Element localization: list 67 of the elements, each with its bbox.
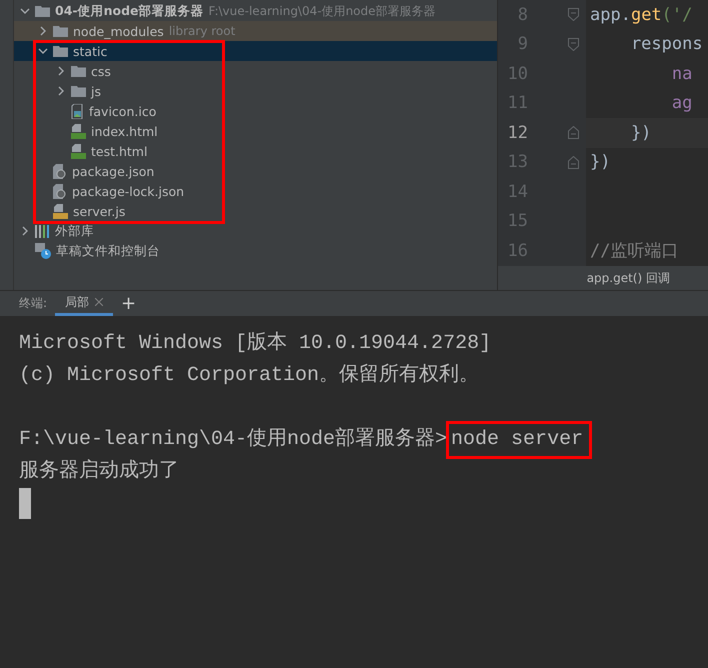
close-icon[interactable] (95, 298, 104, 306)
scratch-console-icon (35, 243, 51, 259)
tree-item[interactable]: js (14, 81, 497, 101)
new-tab-button[interactable]: + (121, 293, 136, 314)
code-line: ag (670, 93, 692, 114)
item-name: 外部库 (55, 222, 94, 240)
code-line: respons (630, 34, 703, 54)
tree-item[interactable]: node_modules library root (14, 21, 497, 41)
code-line: }) (630, 122, 652, 143)
item-name: css (91, 64, 111, 78)
chevron-right-icon[interactable] (38, 26, 48, 36)
tree-item[interactable]: package-lock.json (14, 181, 497, 201)
item-name: 草稿文件和控制台 (56, 242, 160, 260)
item-path: F:\vue-learning\04-使用node部署服务器 (208, 2, 436, 20)
chevron-down-icon[interactable] (20, 6, 30, 16)
chevron-right-icon[interactable] (20, 226, 30, 236)
tree-item[interactable]: favicon.ico (14, 101, 497, 121)
tree-item[interactable]: package.json (14, 161, 497, 181)
json-file-icon (53, 184, 67, 198)
fold-icon[interactable] (568, 126, 579, 140)
terminal-line: 服务器启动成功了 (19, 460, 179, 483)
tree-item[interactable]: index.html (14, 121, 497, 141)
terminal-label: 终端: (19, 295, 48, 312)
code-line: na (670, 64, 692, 84)
folder-icon (53, 25, 68, 37)
terminal-command: node server (449, 424, 590, 456)
terminal-line: (c) Microsoft Corporation。保留所有权利。 (19, 364, 480, 387)
item-name: package-lock.json (72, 184, 184, 198)
item-name: favicon.ico (89, 104, 156, 118)
terminal-line: Microsoft Windows [版本 10.0.19044.2728] (19, 332, 492, 355)
image-file-icon (71, 104, 84, 118)
tree-item[interactable]: test.html (14, 141, 497, 161)
tree-item[interactable]: 04-使用node部署服务器 F:\vue-learning\04-使用node部署服务器 (14, 1, 497, 21)
item-name: index.html (91, 124, 158, 138)
tree-item[interactable]: static (14, 41, 497, 61)
fold-icon[interactable] (568, 8, 579, 22)
tree-item[interactable]: css (14, 61, 497, 81)
library-icon (35, 224, 50, 238)
tree-item[interactable]: server.js (14, 201, 497, 221)
fold-icon[interactable] (568, 156, 579, 169)
terminal-tab[interactable]: 局部 (55, 291, 114, 316)
item-name: server.js (73, 204, 126, 218)
line-number: 12 (506, 122, 528, 143)
js-file-icon (53, 204, 68, 218)
tree-item[interactable]: 草稿文件和控制台 (14, 241, 497, 261)
item-name: package.json (72, 164, 154, 178)
code-line: app.get('/ (589, 4, 692, 25)
folder-icon (71, 65, 86, 77)
code-line: }) (589, 152, 610, 172)
html-file-icon (71, 124, 86, 138)
item-name: test.html (91, 144, 148, 158)
item-name: static (73, 44, 108, 58)
folder-icon (71, 85, 86, 97)
folder-icon (53, 45, 68, 57)
tree-item[interactable]: 外部库 (14, 221, 497, 241)
code-line: //监听端口 (589, 240, 678, 262)
text-cursor (19, 488, 31, 519)
item-name: node_modules (73, 24, 164, 38)
chevron-down-icon[interactable] (38, 46, 48, 56)
folder-icon (35, 5, 50, 17)
json-file-icon (53, 164, 67, 178)
html-file-icon (71, 144, 86, 158)
terminal-prompt: F:\vue-learning\04-使用node部署服务器> (19, 426, 448, 453)
item-name: 04-使用node部署服务器 (55, 2, 204, 20)
fold-icon[interactable] (568, 38, 579, 51)
item-hint: library root (168, 24, 236, 38)
item-name: js (91, 84, 101, 98)
